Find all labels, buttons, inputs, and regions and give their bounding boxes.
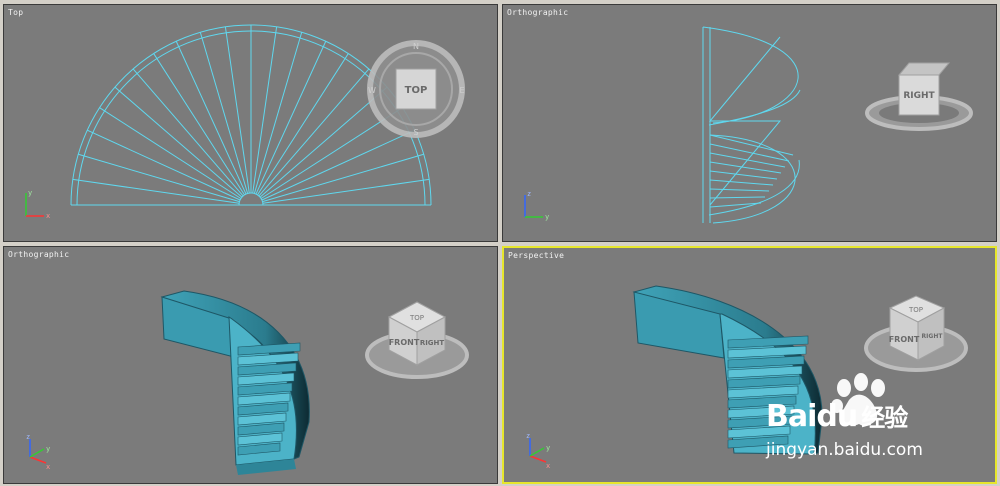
viewcube-iso[interactable]: TOP FRONT RIGHT bbox=[365, 301, 469, 379]
viewport-label[interactable]: Top bbox=[8, 8, 23, 17]
viewport-orthographic-shaded[interactable]: TOP FRONT RIGHT z x y Orthographic bbox=[3, 246, 498, 484]
cube-face-right: RIGHT bbox=[922, 333, 944, 340]
axis-x-label: x bbox=[46, 463, 50, 471]
watermark-url: jingyan.baidu.com bbox=[766, 440, 923, 460]
compass-e: E bbox=[459, 86, 464, 95]
viewcube-right[interactable]: RIGHT bbox=[865, 62, 973, 131]
viewport-side-canvas: RIGHT z y bbox=[524, 26, 973, 224]
cube-face-label: TOP bbox=[405, 85, 428, 96]
watermark-product-text: 经验 bbox=[861, 404, 908, 432]
viewport-label[interactable]: Orthographic bbox=[8, 250, 69, 259]
watermark-brand-text: Baidu bbox=[766, 399, 858, 434]
axis-x-label: x bbox=[546, 462, 550, 470]
compass-w: W bbox=[368, 86, 376, 95]
axis-gizmo: z y bbox=[524, 190, 549, 221]
viewport-top[interactable]: TOP N W E S y x Top bbox=[3, 4, 498, 242]
axis-gizmo: z x y bbox=[26, 433, 50, 471]
stair-model-shaded bbox=[160, 290, 310, 475]
axis-y-label: y bbox=[46, 445, 50, 453]
cube-face-front: FRONT bbox=[889, 335, 920, 344]
cube-face-right: RIGHT bbox=[420, 339, 445, 347]
axis-y-label: y bbox=[28, 189, 32, 197]
axis-x-label: x bbox=[46, 212, 50, 220]
viewcube-perspective[interactable]: TOP FRONT RIGHT bbox=[864, 295, 968, 372]
watermark-brand: Baidu 经验 bbox=[766, 398, 908, 434]
viewport-shaded-canvas: TOP FRONT RIGHT z x y bbox=[26, 290, 469, 475]
cube-face-front: FRONT bbox=[389, 338, 420, 347]
cube-face-top: TOP bbox=[409, 314, 424, 322]
viewport-perspective[interactable]: TOP FRONT RIGHT z x y Perspective Baidu 经… bbox=[502, 246, 997, 484]
axis-z-label: z bbox=[526, 432, 530, 440]
axis-y-label: y bbox=[545, 213, 549, 221]
compass-n: N bbox=[413, 42, 419, 51]
viewcube-top[interactable]: TOP N W E S bbox=[367, 40, 465, 138]
axis-y-label: y bbox=[546, 444, 550, 452]
viewport-top-canvas: TOP N W E S y x bbox=[25, 24, 465, 220]
axis-gizmo: z x y bbox=[526, 432, 550, 470]
axis-z-label: z bbox=[26, 433, 30, 441]
cube-face-label: RIGHT bbox=[903, 91, 935, 101]
axis-z-label: z bbox=[527, 190, 531, 198]
axis-gizmo: y x bbox=[25, 189, 50, 220]
viewport-orthographic-side[interactable]: RIGHT z y Orthographic bbox=[502, 4, 997, 242]
cube-face-top: TOP bbox=[908, 306, 923, 314]
stair-wireframe-side bbox=[702, 26, 801, 224]
viewport-label[interactable]: Orthographic bbox=[507, 8, 568, 17]
viewport-label[interactable]: Perspective bbox=[508, 251, 564, 260]
compass-s: S bbox=[413, 128, 418, 137]
